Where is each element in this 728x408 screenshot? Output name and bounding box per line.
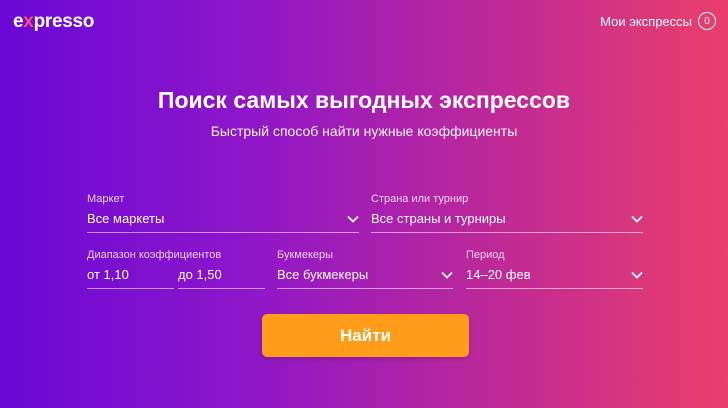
period-select[interactable]: Период 14–20 фев — [466, 249, 643, 289]
chevron-down-icon — [347, 215, 359, 223]
odds-to-value: до 1,50 — [178, 267, 222, 282]
bookmakers-select[interactable]: Букмекеры Все букмекеры — [277, 249, 453, 289]
my-expresses-link[interactable]: Мои экспрессы 0 — [600, 12, 716, 30]
country-value: Все страны и турниры — [371, 211, 506, 226]
odds-to-input[interactable]: до 1,50 — [178, 266, 265, 289]
logo-suffix: presso — [33, 11, 95, 32]
search-button[interactable]: Найти — [262, 314, 469, 357]
country-select[interactable]: Страна или турнир Все страны и турниры — [371, 193, 643, 233]
market-value: Все маркеты — [87, 211, 165, 226]
market-label: Маркет — [87, 193, 125, 205]
chevron-down-icon — [631, 215, 643, 223]
chevron-down-icon — [441, 271, 453, 279]
my-expresses-label: Мои экспрессы — [600, 13, 692, 29]
logo-accent: x — [23, 11, 34, 32]
market-select[interactable]: Маркет Все маркеты — [87, 193, 359, 233]
bookmakers-value: Все букмекеры — [277, 267, 369, 282]
odds-from-value: от 1,10 — [87, 267, 129, 282]
chevron-down-icon — [631, 271, 643, 279]
logo-prefix: e — [13, 11, 24, 32]
page-title: Поиск самых выгодных экспрессов — [157, 87, 571, 113]
bookmakers-label: Букмекеры — [277, 249, 334, 261]
odds-range-label: Диапазон коэффициентов — [87, 249, 222, 261]
period-label: Период — [466, 249, 505, 261]
country-label: Страна или турнир — [371, 193, 469, 205]
period-value: 14–20 фев — [466, 267, 531, 282]
logo[interactable]: expresso — [13, 11, 94, 33]
page-subtitle: Быстрый способ найти нужные коэффициенты — [210, 123, 518, 139]
my-expresses-counter: 0 — [698, 12, 716, 30]
odds-from-input[interactable]: от 1,10 — [87, 266, 174, 289]
